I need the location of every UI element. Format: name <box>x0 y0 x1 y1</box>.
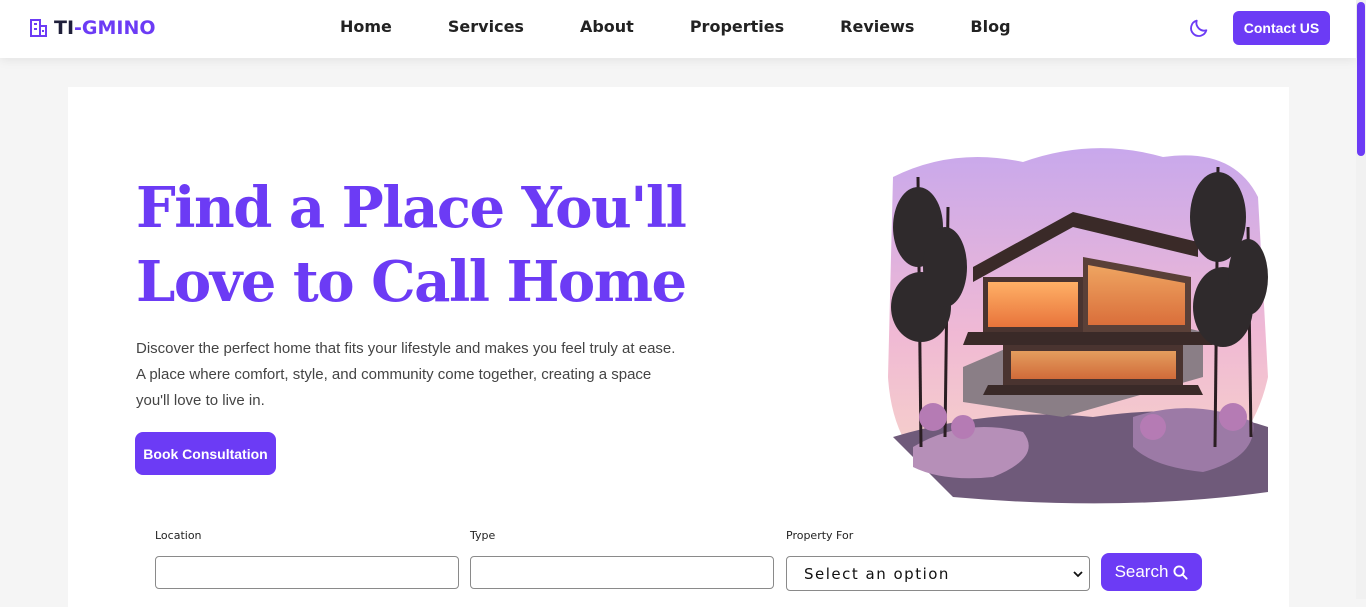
page-scrollbar[interactable] <box>1356 0 1366 599</box>
location-input[interactable] <box>155 556 459 589</box>
brand-name-dash: - <box>74 17 82 39</box>
building-icon <box>30 19 47 37</box>
property-for-select[interactable]: Select an option <box>786 556 1090 591</box>
type-input[interactable] <box>470 556 774 589</box>
search-icon <box>1173 564 1188 580</box>
brand-logo[interactable]: TI-GMINO <box>29 16 156 40</box>
brand-name-part2: GMINO <box>81 17 156 39</box>
search-button[interactable]: Search <box>1101 553 1202 591</box>
type-label: Type <box>470 529 496 542</box>
nav-link-about[interactable]: About <box>580 17 634 37</box>
hero-section: Find a Place You'll Love to Call Home Di… <box>68 87 1289 607</box>
search-button-label: Search <box>1114 562 1169 581</box>
nav-link-home[interactable]: Home <box>340 17 392 37</box>
property-for-label: Property For <box>786 529 854 542</box>
property-for-selected-value: Select an option <box>804 564 950 583</box>
contact-us-button[interactable]: Contact US <box>1233 11 1330 45</box>
house-illustration <box>888 148 1268 504</box>
top-navbar: TI-GMINO Home Services About Properties … <box>0 0 1356 58</box>
nav-link-services[interactable]: Services <box>448 17 524 37</box>
book-consultation-button[interactable]: Book Consultation <box>135 432 276 475</box>
hero-description: Discover the perfect home that fits your… <box>136 340 676 409</box>
nav-links: Home Services About Properties Reviews B… <box>340 17 1067 37</box>
moon-icon[interactable] <box>1188 17 1210 39</box>
nav-link-reviews[interactable]: Reviews <box>840 17 914 37</box>
brand-name-part1: TI <box>54 17 75 39</box>
hero-title: Find a Place You'll Love to Call Home <box>136 175 687 315</box>
location-label: Location <box>155 529 202 542</box>
nav-link-properties[interactable]: Properties <box>690 17 784 37</box>
scrollbar-thumb[interactable] <box>1357 2 1365 156</box>
nav-link-blog[interactable]: Blog <box>970 17 1010 37</box>
chevron-down-icon <box>1073 571 1083 578</box>
